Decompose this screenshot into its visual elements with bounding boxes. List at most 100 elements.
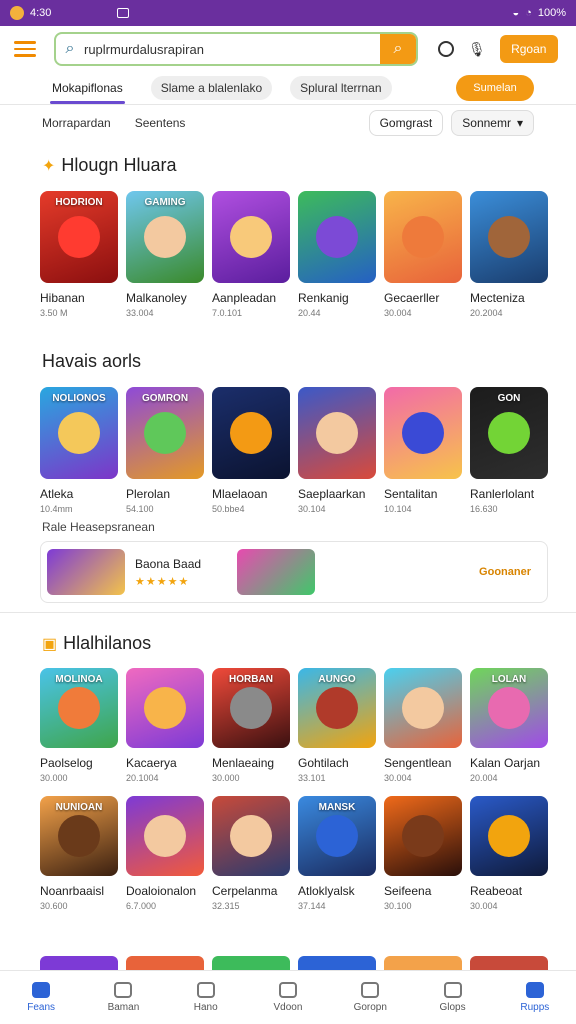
game-title[interactable]: Mlaelaoan [212, 487, 290, 501]
game-title[interactable]: Kacaerya [126, 756, 204, 770]
game-card[interactable]: Gecaerller 30.004 [384, 191, 462, 318]
game-title[interactable]: Atleka [40, 487, 118, 501]
game-title[interactable]: Seifeena [384, 884, 462, 898]
filter-link-2[interactable]: Seentens [135, 116, 186, 130]
game-thumbnail[interactable]: MANSK [298, 796, 376, 876]
game-card[interactable]: GAMING Malkanoley 33.004 [126, 191, 204, 318]
game-card[interactable]: Reabeoat 30.004 [470, 796, 548, 911]
featured-link[interactable]: Goonaner [479, 566, 531, 578]
nav-item[interactable]: Feans [0, 971, 82, 1024]
game-title[interactable]: Saeplaarkan [298, 487, 376, 501]
game-card[interactable]: HODRION Hibanan 3.50 M [40, 191, 118, 318]
game-thumbnail[interactable] [298, 387, 376, 479]
search-input[interactable] [84, 41, 380, 57]
game-title[interactable]: Doaloionalon [126, 884, 204, 898]
game-card[interactable]: Aanpleadan 7.0.101 [212, 191, 290, 318]
top-cta-button[interactable]: Rgoan [499, 35, 558, 63]
game-card[interactable]: MANSK Atloklyalsk 37.144 [298, 796, 376, 911]
game-card[interactable]: Sengentlean 30.004 [384, 668, 462, 783]
mic-icon[interactable]: 🎙 [468, 41, 486, 58]
game-title[interactable]: Plerolan [126, 487, 204, 501]
tab-1[interactable]: Mokapiflonas [42, 76, 133, 104]
game-title[interactable]: Atloklyalsk [298, 884, 376, 898]
game-title[interactable]: Gecaerller [384, 291, 462, 305]
nav-item[interactable]: Glops [411, 971, 493, 1024]
game-thumbnail[interactable] [298, 191, 376, 283]
game-thumbnail[interactable] [212, 796, 290, 876]
game-thumbnail[interactable]: GON [470, 387, 548, 479]
game-card[interactable]: NUNIOAN Noanrbaaisl 30.600 [40, 796, 118, 911]
game-card[interactable]: Mlaelaoan 50.bbe4 [212, 387, 290, 514]
game-thumbnail[interactable]: GAMING [126, 191, 204, 283]
game-thumbnail[interactable] [126, 668, 204, 748]
sort-dropdown[interactable]: Sonnemr ▾ [451, 110, 534, 136]
game-thumbnail[interactable]: HODRION [40, 191, 118, 283]
game-thumbnail[interactable]: NUNIOAN [40, 796, 118, 876]
filter-link-1[interactable]: Morrapardan [42, 116, 111, 130]
nav-item[interactable]: Rupps [494, 971, 576, 1024]
game-title[interactable]: Hibanan [40, 291, 118, 305]
game-thumbnail[interactable] [384, 191, 462, 283]
tabs-cta-button[interactable]: Sumelan [456, 75, 534, 101]
game-thumbnail[interactable] [470, 796, 548, 876]
game-title[interactable]: Mecteniza [470, 291, 548, 305]
game-card[interactable]: Saeplaarkan 30.104 [298, 387, 376, 514]
game-card[interactable]: AUNGO Gohtilach 33.101 [298, 668, 376, 783]
nav-item[interactable]: Vdoon [247, 971, 329, 1024]
game-thumbnail[interactable]: NOLIONOS [40, 387, 118, 479]
game-card[interactable]: Mecteniza 20.2004 [470, 191, 548, 318]
nav-item[interactable]: Hano [165, 971, 247, 1024]
game-title[interactable]: Gohtilach [298, 756, 376, 770]
nav-item[interactable]: Goropn [329, 971, 411, 1024]
game-thumbnail[interactable]: AUNGO [298, 668, 376, 748]
game-thumbnail[interactable] [470, 191, 548, 283]
game-card[interactable]: Sentalitan 10.104 [384, 387, 462, 514]
game-card[interactable]: Seifeena 30.100 [384, 796, 462, 911]
game-thumbnail[interactable] [384, 387, 462, 479]
game-card[interactable]: GOMRON Plerolan 54.100 [126, 387, 204, 514]
game-title[interactable]: Aanpleadan [212, 291, 290, 305]
game-thumbnail[interactable] [384, 796, 462, 876]
game-card[interactable]: Kacaerya 20.1004 [126, 668, 204, 783]
nav-icon [443, 982, 462, 998]
game-meta: 10.104 [384, 504, 412, 514]
game-title[interactable]: Menlaeaing [212, 756, 290, 770]
game-title[interactable]: Malkanoley [126, 291, 204, 305]
filter-button[interactable]: Gomgrast [368, 110, 444, 136]
game-thumbnail[interactable] [126, 796, 204, 876]
game-title[interactable]: Kalan Oarjan [470, 756, 548, 770]
tab-3[interactable]: Splural lterrnan [290, 76, 392, 100]
game-card[interactable]: Doaloionalon 6.7.000 [126, 796, 204, 911]
menu-icon[interactable] [14, 41, 36, 57]
game-card[interactable]: GON Ranlerlolant 16.630 [470, 387, 548, 514]
game-card[interactable]: HORBAN Menlaeaing 30.000 [212, 668, 290, 783]
game-title[interactable]: Paolselog [40, 756, 118, 770]
game-card[interactable]: Renkanig 20.44 [298, 191, 376, 318]
game-thumbnail[interactable]: HORBAN [212, 668, 290, 748]
search-button[interactable]: ⌕ [380, 34, 416, 64]
game-card[interactable]: LOLAN Kalan Oarjan 20.004 [470, 668, 548, 783]
game-title[interactable]: Reabeoat [470, 884, 548, 898]
featured-card[interactable]: Baona Baad ★★★★★ Goonaner [40, 541, 548, 603]
game-card[interactable]: Cerpelanma 32.315 [212, 796, 290, 911]
game-title[interactable]: Ranlerlolant [470, 487, 548, 501]
game-card[interactable]: NOLIONOS Atleka 10.4mm [40, 387, 118, 514]
featured-thumbnail[interactable] [47, 549, 125, 595]
game-thumbnail[interactable]: LOLAN [470, 668, 548, 748]
game-thumbnail[interactable]: MOLINOA [40, 668, 118, 748]
game-thumbnail[interactable]: GOMRON [126, 387, 204, 479]
game-logo-text: HORBAN [229, 674, 273, 685]
game-thumbnail[interactable] [212, 387, 290, 479]
game-title[interactable]: Sengentlean [384, 756, 462, 770]
game-title[interactable]: Sentalitan [384, 487, 462, 501]
chat-icon[interactable] [438, 41, 454, 57]
tab-2[interactable]: Slame a blalenlako [150, 76, 273, 100]
game-thumbnail[interactable] [212, 191, 290, 283]
game-title[interactable]: Cerpelanma [212, 884, 290, 898]
game-title[interactable]: Noanrbaaisl [40, 884, 118, 898]
game-card[interactable]: MOLINOA Paolselog 30.000 [40, 668, 118, 783]
nav-item[interactable]: Baman [82, 971, 164, 1024]
game-thumbnail[interactable] [384, 668, 462, 748]
featured-thumbnail-2[interactable] [237, 549, 316, 595]
game-title[interactable]: Renkanig [298, 291, 376, 305]
